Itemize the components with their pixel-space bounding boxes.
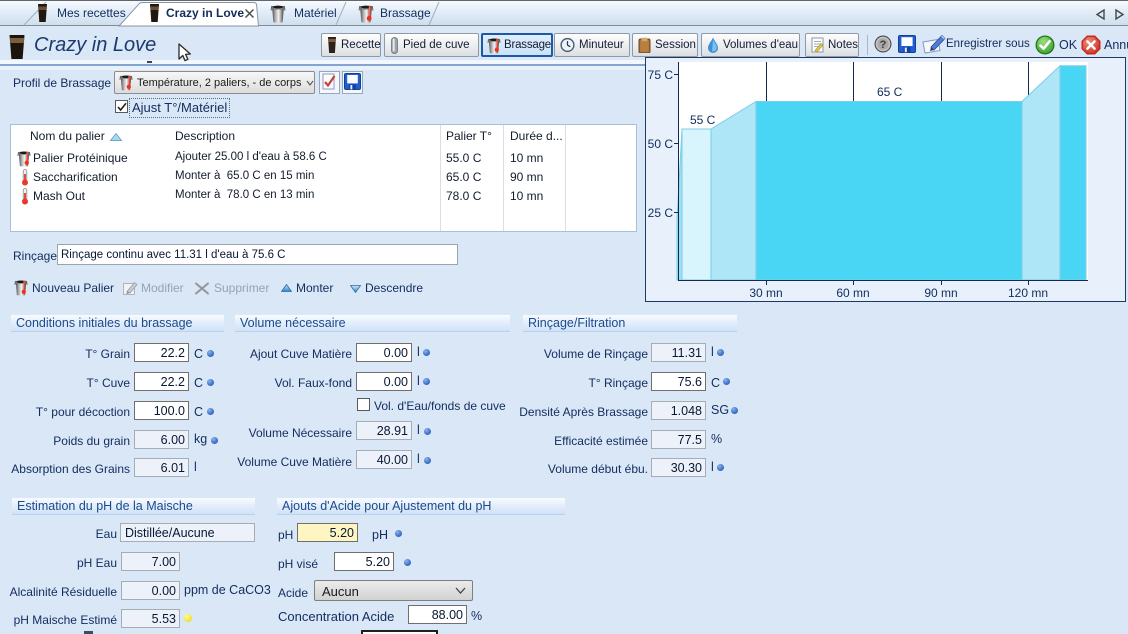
svg-text:50 C: 50 C	[648, 137, 674, 151]
svg-text:65 C: 65 C	[877, 85, 903, 99]
svg-text:55 C: 55 C	[690, 113, 716, 127]
svg-text:25 C: 25 C	[648, 206, 674, 220]
svg-text:?: ?	[880, 39, 887, 51]
svg-text:30 mn: 30 mn	[749, 286, 782, 300]
svg-text:60 mn: 60 mn	[836, 286, 869, 300]
svg-text:90 mn: 90 mn	[924, 286, 957, 300]
svg-text:75 C: 75 C	[648, 68, 674, 82]
svg-text:120 mn: 120 mn	[1008, 286, 1048, 300]
